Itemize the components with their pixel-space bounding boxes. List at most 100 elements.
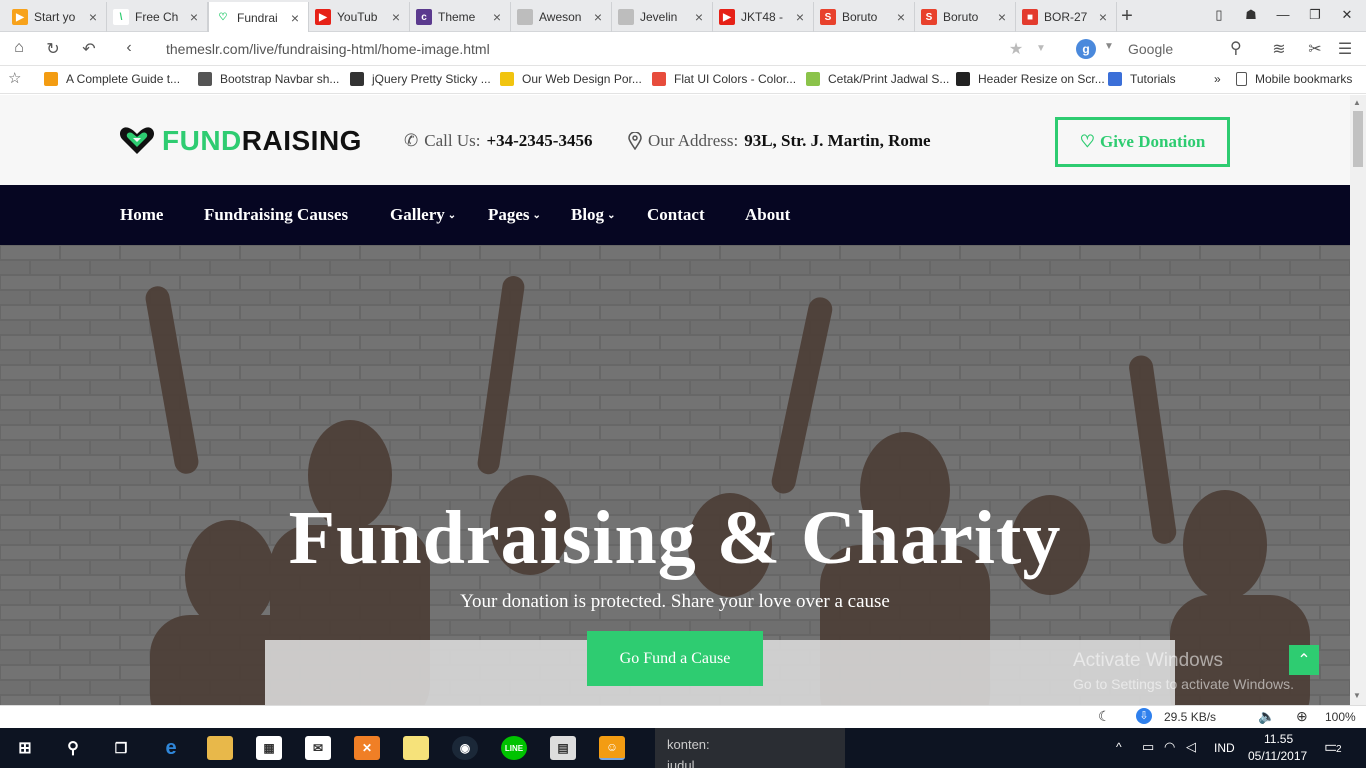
bookmark-star-icon[interactable]: ☆ (8, 69, 21, 87)
tab-close-icon[interactable]: × (288, 10, 302, 26)
tab-close-icon[interactable]: × (187, 9, 201, 25)
nav-item-gallery[interactable]: Gallery ⌄ (390, 205, 456, 225)
address-toolbar: ⌂ ↻ ↶ ‹ themeslr.com/live/fundraising-ht… (0, 32, 1366, 66)
sticky-notes-icon[interactable] (403, 736, 429, 760)
page-scrollbar[interactable]: ▲ ▼ (1350, 95, 1366, 705)
edge-browser-icon[interactable]: e (158, 736, 184, 760)
store-icon[interactable]: ▦ (256, 736, 282, 760)
tab-close-icon[interactable]: × (1096, 9, 1110, 25)
night-mode-icon[interactable]: ☾ (1098, 708, 1111, 725)
mail-icon[interactable]: ✉ (305, 736, 331, 760)
clock-date[interactable]: 05/11/2017 (1248, 749, 1307, 763)
chevron-down-icon[interactable]: ▼ (1104, 41, 1114, 52)
uc-browser-icon[interactable]: ☺ (599, 736, 625, 760)
tab-label: JKT48 - (741, 10, 784, 24)
line-app-icon[interactable]: LINE (501, 736, 527, 760)
chevron-down-icon[interactable]: ▼ (1030, 43, 1052, 54)
browser-tab[interactable]: Aweson × (511, 2, 612, 32)
tab-close-icon[interactable]: × (995, 9, 1009, 25)
browser-tab[interactable]: \ Free Ch × (107, 2, 208, 32)
search-icon[interactable]: ⚲ (1230, 38, 1242, 58)
bookmark-item[interactable]: Header Resize on Scr... (956, 72, 1105, 86)
speaker-icon[interactable]: ◁ (1186, 739, 1196, 755)
browser-tab[interactable]: ▶ YouTub × (309, 2, 410, 32)
browser-tab[interactable]: S Boruto × (915, 2, 1016, 32)
nav-item-contact[interactable]: Contact (647, 205, 705, 225)
nav-item-blog[interactable]: Blog ⌄ (571, 205, 615, 225)
windows-start-icon[interactable]: ⊞ (12, 736, 38, 760)
bookmarks-more-button[interactable]: » (1214, 72, 1221, 86)
tab-close-icon[interactable]: × (692, 9, 706, 25)
mask-icon[interactable]: ☗ (1242, 7, 1260, 23)
clock-time[interactable]: 11.55 (1264, 732, 1293, 746)
call-number[interactable]: +34-2345-3456 (486, 131, 592, 151)
volume-icon[interactable]: 🔈 (1258, 708, 1275, 725)
tray-overflow-icon[interactable]: ^ (1116, 740, 1122, 754)
input-language[interactable]: IND (1214, 741, 1235, 755)
xampp-icon[interactable]: ✕ (354, 736, 380, 760)
power-icon[interactable]: ▭ (1142, 739, 1154, 755)
search-box[interactable]: g ▼ Google ⚲ (1070, 37, 1260, 61)
bookmark-item[interactable]: Our Web Design Por... (500, 72, 642, 86)
mobile-bookmarks[interactable]: Mobile bookmarks (1236, 72, 1352, 86)
bookmark-item[interactable]: Cetak/Print Jadwal S... (806, 72, 949, 86)
reload-icon[interactable]: ↻ (42, 39, 64, 59)
zoom-icon[interactable]: ⊕ (1296, 708, 1308, 725)
bookmark-item[interactable]: A Complete Guide t... (44, 72, 180, 86)
scroll-down-arrow-icon[interactable]: ▼ (1353, 691, 1361, 700)
menu-icon[interactable]: ☰ (1334, 39, 1356, 59)
nav-item-home[interactable]: Home (120, 205, 163, 225)
tab-close-icon[interactable]: × (591, 9, 605, 25)
browser-tab[interactable]: ♡ Fundrai × (208, 2, 309, 33)
bookmark-item[interactable]: jQuery Pretty Sticky ... (350, 72, 491, 86)
bookmark-item[interactable]: Tutorials (1108, 72, 1176, 86)
search-icon[interactable]: ⚲ (60, 736, 86, 760)
nav-item-fundraising-causes[interactable]: Fundraising Causes (204, 205, 348, 225)
tab-close-icon[interactable]: × (86, 9, 100, 25)
back-icon[interactable]: ‹ (118, 39, 140, 57)
go-fund-cause-button[interactable]: Go Fund a Cause (587, 631, 763, 686)
window-preview[interactable]: konten: judul (655, 728, 845, 768)
scrollbar-thumb[interactable] (1353, 111, 1363, 167)
scissors-icon[interactable]: ✂ (1304, 39, 1326, 59)
browser-tab[interactable]: ■ BOR-27 × (1016, 2, 1117, 32)
nav-item-pages[interactable]: Pages ⌄ (488, 205, 541, 225)
steam-icon[interactable]: ◉ (452, 736, 478, 760)
back-to-top-button[interactable]: ⌃ (1289, 645, 1319, 675)
undo-icon[interactable]: ↶ (78, 39, 100, 59)
scroll-up-arrow-icon[interactable]: ▲ (1353, 98, 1361, 107)
download-icon[interactable]: ⇩ (1136, 708, 1152, 724)
tab-close-icon[interactable]: × (490, 9, 504, 25)
maximize-button[interactable]: ❐ (1306, 7, 1324, 23)
new-tab-button[interactable]: + (1118, 5, 1136, 28)
home-icon[interactable]: ⌂ (8, 39, 30, 57)
document-app-icon[interactable]: ▤ (550, 736, 576, 760)
bookmark-item[interactable]: Flat UI Colors - Color... (652, 72, 796, 86)
tab-close-icon[interactable]: × (894, 9, 908, 25)
wifi-icon[interactable]: ≋ (1268, 39, 1290, 59)
browser-tab[interactable]: ▶ Start yo × (6, 2, 107, 32)
zoom-level[interactable]: 100% (1325, 710, 1356, 724)
network-icon[interactable]: ◠ (1164, 739, 1175, 755)
tab-label: Free Ch (135, 10, 179, 24)
bookmark-label: Flat UI Colors - Color... (674, 72, 797, 86)
star-icon[interactable]: ★ (1005, 39, 1027, 59)
site-logo[interactable]: FUNDRAISING (118, 125, 362, 157)
nav-item-about[interactable]: About (745, 205, 790, 225)
tab-favicon-icon: ▶ (719, 9, 735, 25)
url-field[interactable]: themeslr.com/live/fundraising-html/home-… (166, 41, 490, 57)
task-view-icon[interactable]: ❐ (108, 736, 134, 760)
browser-tab[interactable]: Jevelin × (612, 2, 713, 32)
file-explorer-icon[interactable] (207, 736, 233, 760)
tab-close-icon[interactable]: × (389, 9, 403, 25)
browser-tab[interactable]: ▶ JKT48 - × (713, 2, 814, 32)
minimize-button[interactable]: — (1274, 7, 1292, 22)
tab-close-icon[interactable]: × (793, 9, 807, 25)
bookmark-item[interactable]: Bootstrap Navbar sh... (198, 72, 339, 86)
browser-tab[interactable]: c Theme × (410, 2, 511, 32)
tab-list-icon[interactable]: ▯ (1210, 7, 1228, 23)
address-label: Our Address: (648, 131, 739, 150)
close-window-button[interactable]: ✕ (1338, 7, 1356, 23)
give-donation-button[interactable]: ♡ Give Donation (1055, 117, 1230, 167)
browser-tab[interactable]: S Boruto × (814, 2, 915, 32)
